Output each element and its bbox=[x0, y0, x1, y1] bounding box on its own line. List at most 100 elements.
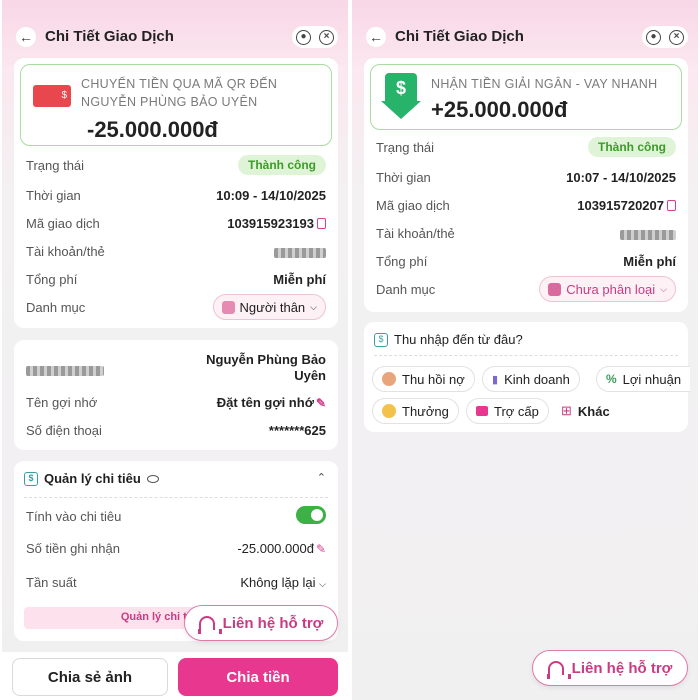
status-badge: Thành công bbox=[588, 137, 676, 157]
category-row: Danh mục Người thân ⌵ bbox=[26, 294, 326, 320]
status-row: Trạng thái Thành công bbox=[376, 137, 676, 158]
txid-row: Mã giao dịch 103915923193 bbox=[26, 216, 326, 234]
back-icon[interactable]: ← bbox=[366, 27, 386, 47]
transaction-card: $ NHẬN TIỀN GIẢI NGÂN - VAY NHANH +25.00… bbox=[364, 58, 688, 312]
nickname-row: Tên gợi nhớ Đặt tên gợi nhớ ✎ bbox=[26, 395, 326, 413]
income-option-label: Lợi nhuận bbox=[622, 371, 682, 387]
account-label: Tài khoản/thẻ bbox=[26, 244, 105, 259]
recorded-value: -25.000.000đ bbox=[237, 541, 314, 556]
amount: -25.000.000đ bbox=[87, 117, 218, 142]
close-icon[interactable]: × bbox=[669, 29, 684, 45]
nickname-label: Tên gợi nhớ bbox=[26, 395, 98, 410]
left-screen: ← Chi Tiết Giao Dịch ● × $ CHUYỂN TIỀN Q… bbox=[2, 0, 348, 700]
income-option-allowance[interactable]: Trợ cấp bbox=[466, 398, 549, 424]
divider bbox=[374, 355, 678, 356]
account-value-redacted bbox=[620, 226, 676, 241]
contact-support-button[interactable]: Liên hệ hỗ trợ bbox=[184, 605, 338, 641]
frequency-select[interactable]: Không lặp lại ⌵ bbox=[240, 575, 326, 590]
copy-icon[interactable] bbox=[667, 200, 676, 211]
set-nickname-text: Đặt tên gợi nhớ bbox=[216, 395, 314, 410]
account-row: Tài khoản/thẻ bbox=[26, 244, 326, 262]
chevron-down-icon: ⌵ bbox=[660, 283, 667, 294]
category-chip[interactable]: Người thân ⌵ bbox=[212, 294, 326, 320]
fee-row: Tổng phí Miễn phí bbox=[26, 272, 326, 290]
transaction-hero: $ NHẬN TIỀN GIẢI NGÂN - VAY NHANH +25.00… bbox=[370, 64, 682, 130]
account-row: Tài khoản/thẻ bbox=[376, 226, 676, 244]
wallet-icon: $ bbox=[374, 332, 388, 347]
right-screen: ← Chi Tiết Giao Dịch ● × $ NHẬN TIỀN GIẢ… bbox=[352, 0, 698, 700]
recorded-value-group[interactable]: -25.000.000đ ✎ bbox=[237, 541, 326, 556]
pencil-icon: ✎ bbox=[315, 542, 326, 556]
income-option-profit[interactable]: % Lợi nhuận bbox=[596, 366, 691, 392]
txid-value: 103915720207 bbox=[577, 198, 664, 213]
wallet-icon: $ bbox=[24, 471, 38, 486]
recorded-row: Số tiền ghi nhận -25.000.000đ ✎ bbox=[26, 541, 326, 559]
time-label: Thời gian bbox=[376, 170, 431, 185]
income-option-label: Thưởng bbox=[402, 403, 449, 419]
tag-icon bbox=[548, 282, 562, 296]
income-option-debt-recovery[interactable]: Thu hồi nợ bbox=[372, 366, 475, 392]
grid-icon: ⊞ bbox=[561, 403, 572, 418]
income-option-business[interactable]: ▮ Kinh doanh bbox=[482, 366, 580, 392]
page-title: Chi Tiết Giao Dịch bbox=[395, 28, 524, 45]
gift-icon bbox=[476, 406, 488, 416]
category-row: Danh mục Chưa phân loại ⌵ bbox=[376, 276, 676, 302]
fee-label: Tổng phí bbox=[376, 254, 428, 269]
copy-icon[interactable] bbox=[317, 218, 326, 229]
contact-support-label: Liên hệ hỗ trợ bbox=[222, 614, 324, 632]
headset-icon bbox=[197, 616, 222, 634]
count-spending-toggle[interactable] bbox=[296, 506, 326, 524]
share-image-button[interactable]: Chia sẻ ảnh bbox=[12, 658, 168, 696]
back-icon[interactable]: ← bbox=[16, 27, 36, 47]
support-icon[interactable]: ● bbox=[646, 29, 661, 45]
spending-header[interactable]: $ Quản lý chi tiêu bbox=[24, 471, 159, 486]
chevron-up-icon[interactable]: ⌃ bbox=[317, 471, 326, 484]
chart-icon: ▮ bbox=[492, 373, 499, 386]
frequency-label: Tần suất bbox=[26, 575, 77, 590]
income-source-card: $ Thu nhập đến từ đâu? Thu hồi nợ ▮ Kinh… bbox=[364, 322, 691, 432]
fee-row: Tổng phí Miễn phí bbox=[376, 254, 676, 272]
medal-icon bbox=[382, 404, 396, 418]
income-option-other[interactable]: ⊞ Khác bbox=[552, 398, 619, 424]
phone-value: *******625 bbox=[268, 423, 326, 438]
hero-title: NHẬN TIỀN GIẢI NGÂN - VAY NHANH bbox=[431, 77, 658, 91]
fee-value: Miễn phí bbox=[273, 272, 326, 287]
income-source-header: $ Thu nhập đến từ đâu? bbox=[374, 332, 523, 347]
set-nickname-link[interactable]: Đặt tên gợi nhớ ✎ bbox=[217, 395, 326, 410]
count-spending-label: Tính vào chi tiêu bbox=[26, 509, 122, 524]
account-label: Tài khoản/thẻ bbox=[376, 226, 455, 241]
recipient-name-line1: Nguyễn Phùng Bảo bbox=[206, 352, 326, 367]
eye-icon[interactable] bbox=[146, 474, 159, 483]
frequency-row: Tần suất Không lặp lại ⌵ bbox=[26, 575, 326, 593]
txid-value: 103915923193 bbox=[227, 216, 314, 231]
txid-label: Mã giao dịch bbox=[376, 198, 450, 213]
income-option-label: Trợ cấp bbox=[494, 403, 539, 419]
coin-icon bbox=[382, 372, 396, 386]
divider bbox=[24, 497, 328, 498]
time-row: Thời gian 10:07 - 14/10/2025 bbox=[376, 170, 676, 188]
contact-support-button[interactable]: Liên hệ hỗ trợ bbox=[532, 650, 688, 686]
income-option-label: Thu hồi nợ bbox=[402, 371, 465, 387]
recipient-name-line2: Uyên bbox=[294, 368, 326, 383]
support-icon[interactable]: ● bbox=[296, 29, 311, 45]
top-bar: ← Chi Tiết Giao Dịch ● × bbox=[352, 22, 698, 52]
close-icon[interactable]: × bbox=[319, 29, 334, 45]
split-money-button[interactable]: Chia tiền bbox=[178, 658, 338, 696]
txid-row: Mã giao dịch 103915720207 bbox=[376, 198, 676, 216]
amount: +25.000.000đ bbox=[431, 97, 568, 122]
income-option-bonus[interactable]: Thưởng bbox=[372, 398, 459, 424]
headset-icon bbox=[546, 661, 571, 679]
category-chip[interactable]: Chưa phân loại ⌵ bbox=[539, 276, 676, 302]
category-value: Người thân bbox=[239, 299, 306, 315]
transfer-icon: $ bbox=[33, 85, 71, 107]
hero-title-line1: CHUYỂN TIỀN QUA MÃ QR ĐẾN bbox=[81, 77, 278, 91]
transaction-hero: $ CHUYỂN TIỀN QUA MÃ QR ĐẾN NGUYỄN PHÙNG… bbox=[20, 64, 332, 146]
txid-value-group: 103915923193 bbox=[227, 216, 326, 231]
percent-icon: % bbox=[606, 372, 617, 386]
category-label: Danh mục bbox=[376, 282, 436, 297]
income-source-title: Thu nhập đến từ đâu? bbox=[394, 332, 523, 347]
phone-label: Số điện thoại bbox=[26, 423, 102, 438]
status-row: Trạng thái Thành công bbox=[26, 155, 326, 176]
income-option-label: Kinh doanh bbox=[504, 371, 570, 387]
txid-label: Mã giao dịch bbox=[26, 216, 100, 231]
